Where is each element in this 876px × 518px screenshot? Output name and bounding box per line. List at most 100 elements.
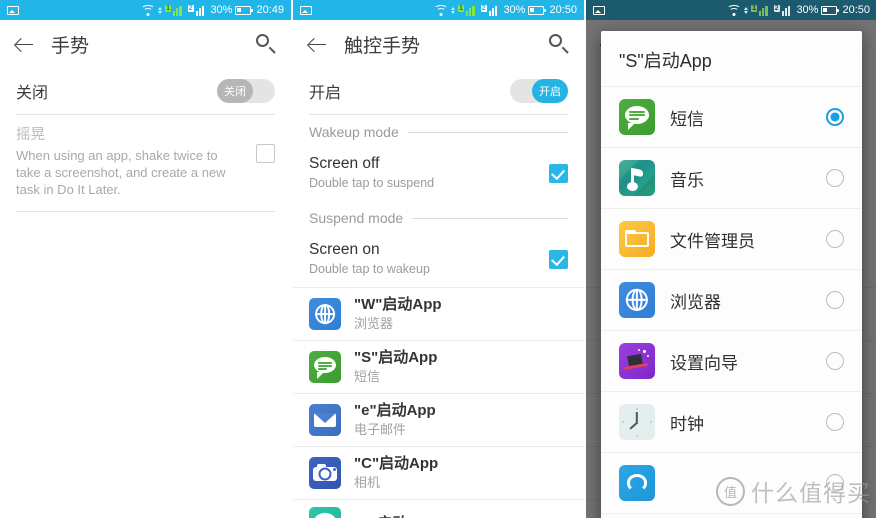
- wifi-icon: [727, 4, 742, 16]
- photo-icon: [300, 5, 312, 15]
- option-label: 短信: [670, 109, 704, 129]
- photo-icon: [593, 5, 605, 15]
- teal-chat-icon: [309, 507, 341, 518]
- sim2-badge: 2: [187, 4, 194, 12]
- shake-checkbox[interactable]: [256, 144, 275, 163]
- status-bar-1: 1 2 30% 20:49: [0, 0, 291, 20]
- option-radio[interactable]: [826, 291, 844, 309]
- page-title: 手势: [51, 35, 90, 57]
- data-transfer-icon: [744, 6, 749, 14]
- status-right-icons: 1 2 30% 20:49: [141, 4, 284, 16]
- touch-gestures-master-row[interactable]: 开启 开启: [293, 68, 584, 114]
- list-item[interactable]: "S"启动App 短信: [293, 340, 584, 393]
- music-icon: [619, 160, 655, 196]
- shake-description: When using an app, shake twice to take a…: [16, 148, 226, 197]
- camera-icon: [309, 457, 341, 489]
- clock-text: 20:50: [842, 4, 870, 16]
- option-radio[interactable]: [826, 352, 844, 370]
- dialog-option-file-manager[interactable]: 文件管理员: [601, 209, 862, 270]
- photo-icon: [7, 5, 19, 15]
- clock-icon: [619, 404, 655, 440]
- row-text: "C"启动App 相机: [354, 454, 568, 492]
- dialog-option-list: 短信 音乐 文件管理员 浏览器 设置向导 时钟: [601, 87, 862, 514]
- back-arrow-icon[interactable]: [307, 33, 329, 55]
- gestures-master-row[interactable]: 关闭 关闭: [0, 68, 291, 114]
- dialog-option-partial[interactable]: [601, 453, 862, 514]
- row-subtitle: 相机: [354, 475, 381, 490]
- row-text: "S"启动App 短信: [354, 348, 568, 386]
- option-label: 时钟: [670, 414, 704, 434]
- status-left-icons: [593, 5, 727, 15]
- divider: [16, 211, 275, 212]
- row-title: "e"启动App: [354, 402, 436, 419]
- list-item-partial[interactable]: "Z"启动App: [293, 499, 584, 518]
- row-title: Screen on: [309, 241, 380, 258]
- mail-icon: [309, 404, 341, 436]
- battery-percent: 30%: [796, 4, 819, 16]
- option-radio[interactable]: [826, 169, 844, 187]
- option-radio[interactable]: [826, 474, 844, 492]
- status-bar-3: 1 2 30% 20:50: [586, 0, 876, 20]
- dialog-option-browser[interactable]: 浏览器: [601, 270, 862, 331]
- section-wakeup-mode: Wakeup mode: [293, 115, 584, 149]
- sim1-signal-icon: 1: [165, 4, 185, 16]
- list-item[interactable]: "W"启动App 浏览器: [293, 287, 584, 340]
- gestures-master-toggle[interactable]: 关闭: [217, 79, 275, 103]
- status-left-icons: [7, 5, 141, 15]
- search-icon[interactable]: [546, 32, 570, 56]
- row-description: Double tap to wakeup: [309, 262, 430, 276]
- app-bar-2: 触控手势: [293, 20, 584, 68]
- row-subtitle: 短信: [354, 369, 381, 384]
- dialog-option-setup-wizard[interactable]: 设置向导: [601, 331, 862, 392]
- row-text: "Z"启动App: [354, 514, 568, 518]
- screen-on-checkbox[interactable]: [549, 249, 568, 269]
- sim2-signal-icon: 2: [187, 4, 208, 16]
- setting-row-screen-on[interactable]: Screen on Double tap to wakeup: [293, 235, 584, 287]
- option-label: 音乐: [670, 170, 704, 190]
- battery-icon: [235, 5, 254, 15]
- shake-setting-row[interactable]: 摇晃 When using an app, shake twice to tak…: [0, 115, 291, 211]
- row-description: Double tap to suspend: [309, 176, 435, 190]
- dialog-title: "S"启动App: [601, 31, 862, 87]
- option-label: 文件管理员: [670, 231, 755, 251]
- option-radio[interactable]: [826, 413, 844, 431]
- dialog-option-sms[interactable]: 短信: [601, 87, 862, 148]
- screen-off-checkbox[interactable]: [549, 163, 568, 183]
- sms-icon: [619, 99, 655, 135]
- row-title: "C"启动App: [354, 455, 439, 472]
- sim1-signal-icon: 1: [751, 4, 771, 16]
- page-title: 触控手势: [344, 35, 421, 57]
- row-text: "e"启动App 电子邮件: [354, 401, 568, 439]
- wifi-icon: [141, 4, 156, 16]
- battery-icon: [528, 5, 547, 15]
- clock-text: 20:49: [256, 4, 284, 16]
- section-suspend-mode: Suspend mode: [293, 201, 584, 235]
- option-radio[interactable]: [826, 230, 844, 248]
- dialog-scrim-area: 触控手势 开启 开启 Wakeup mode Screen off Double…: [586, 20, 876, 518]
- gestures-master-label: 关闭: [16, 85, 49, 102]
- back-arrow-icon[interactable]: [14, 33, 36, 55]
- status-right-icons: 1 2 30% 20:50: [434, 4, 577, 16]
- toggle-thumb: 开启: [532, 79, 568, 103]
- row-title: "W"启动App: [354, 296, 442, 313]
- dialog-option-clock[interactable]: 时钟: [601, 392, 862, 453]
- sms-icon: [309, 351, 341, 383]
- row-subtitle: 浏览器: [354, 316, 394, 331]
- row-title: Screen off: [309, 155, 380, 172]
- panel-gestures: 1 2 30% 20:49 手势 关闭 关闭 摇晃 When using an …: [0, 0, 291, 518]
- status-right-icons: 1 2 30% 20:50: [727, 4, 870, 16]
- section-rule: [412, 217, 568, 219]
- setting-row-screen-off[interactable]: Screen off Double tap to suspend: [293, 149, 584, 201]
- touch-gestures-master-toggle[interactable]: 开启: [510, 79, 568, 103]
- search-icon[interactable]: [253, 32, 277, 56]
- sim1-badge: 1: [751, 4, 758, 12]
- sim2-badge: 2: [773, 4, 780, 12]
- wizard-icon: [619, 343, 655, 379]
- clock-text: 20:50: [549, 4, 577, 16]
- list-item[interactable]: "C"启动App 相机: [293, 446, 584, 499]
- data-transfer-icon: [451, 6, 456, 14]
- list-item[interactable]: "e"启动App 电子邮件: [293, 393, 584, 446]
- battery-icon: [821, 5, 840, 15]
- dialog-option-music[interactable]: 音乐: [601, 148, 862, 209]
- option-radio[interactable]: [826, 108, 844, 126]
